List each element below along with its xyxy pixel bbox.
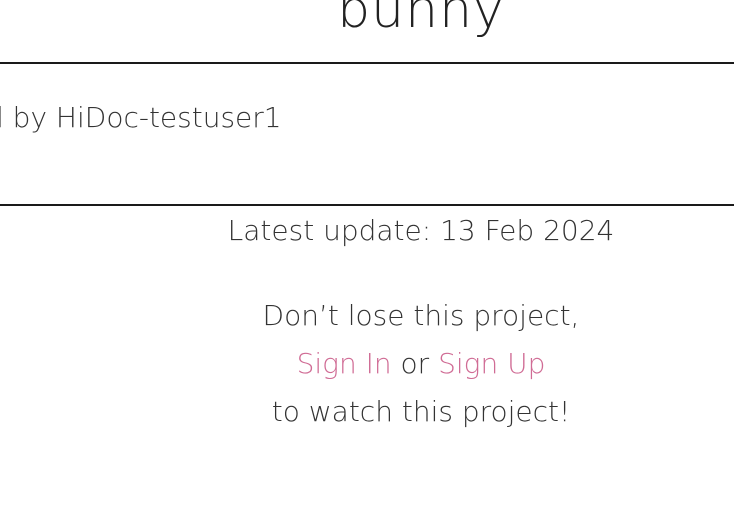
header-divider: [0, 204, 734, 206]
sign-up-link[interactable]: Sign Up: [438, 347, 545, 380]
project-title: bunny: [337, 0, 505, 40]
watch-prompt-line1: Don’t lose this project,: [262, 299, 580, 332]
project-info: Latest update: 13 Feb 2024 Don’t lose th…: [0, 212, 734, 436]
title-divider: [0, 62, 734, 64]
project-page: bunny d by HiDoc-testuser1 Latest update…: [0, 0, 734, 530]
created-by-text: d by HiDoc-testuser1: [0, 101, 282, 134]
auth-links-row: Sign In or Sign Up: [0, 340, 734, 388]
latest-update-text: Latest update: 13 Feb 2024: [227, 214, 615, 247]
or-text: or: [400, 347, 430, 380]
sign-in-link[interactable]: Sign In: [297, 347, 392, 380]
watch-prompt-line3: to watch this project!: [271, 395, 571, 428]
watch-prompt: Don’t lose this project, Sign In or Sign…: [0, 292, 734, 436]
